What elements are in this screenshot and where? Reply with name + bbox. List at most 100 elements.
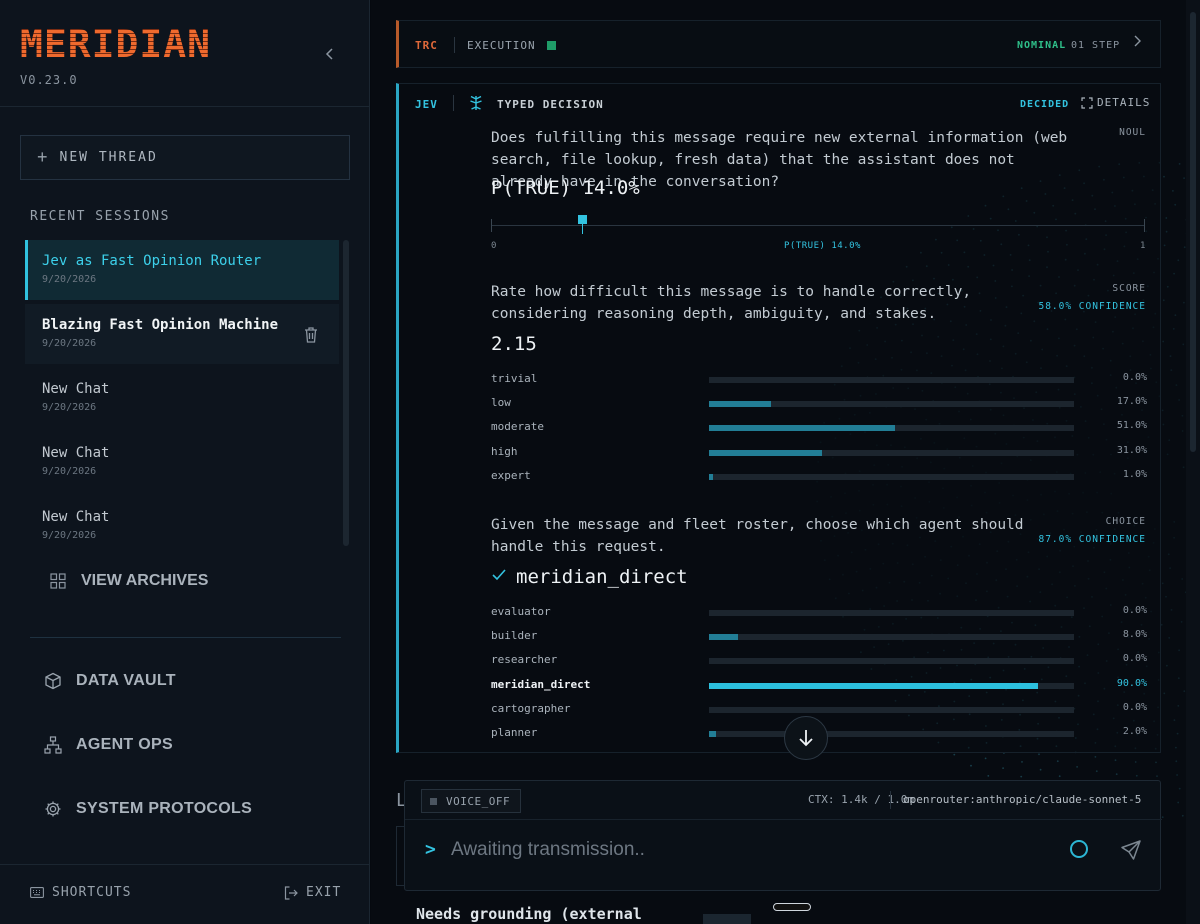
option-percent: 2.0% <box>1122 725 1147 737</box>
details-button[interactable]: DETAILS <box>1081 96 1150 109</box>
question-text: Rate how difficult this message is to ha… <box>491 284 972 322</box>
main-panel: TRC EXECUTION NOMINAL 01 STEP JEV TYPED … <box>371 0 1200 924</box>
nav-agent-ops[interactable]: AGENT OPS <box>44 736 173 754</box>
option-bar-fill <box>709 425 896 432</box>
nav-system-protocols[interactable]: SYSTEM PROTOCOLS <box>44 800 252 818</box>
divider <box>0 106 370 107</box>
distribution-row: expert 1.0% <box>491 465 1147 489</box>
track-marker-label: P(TRUE) 14.0% <box>784 241 861 251</box>
option-bar-track <box>709 682 1074 689</box>
scroll-to-bottom-button[interactable] <box>784 716 828 760</box>
option-label: trivial <box>491 372 538 385</box>
network-icon <box>44 736 62 754</box>
voice-label: VOICE_OFF <box>446 794 511 808</box>
session-date: 9/20/2026 <box>42 466 97 477</box>
option-label: low <box>491 396 511 410</box>
option-label: builder <box>491 629 538 643</box>
question-result: meridian_direct <box>516 566 688 588</box>
new-thread-label: NEW THREAD <box>59 150 158 165</box>
session-item[interactable]: New Chat 9/20/2026 <box>25 432 339 492</box>
option-label: expert <box>491 468 531 482</box>
divider <box>890 791 891 809</box>
collapse-sidebar-button[interactable] <box>320 46 340 66</box>
keyboard-icon <box>30 887 44 898</box>
question-text: Given the message and fleet roster, choo… <box>491 517 1024 555</box>
send-icon[interactable] <box>1120 839 1142 861</box>
score-distribution: trivial 0.0% low 17.0% moderate 51.0% high 31.0… <box>491 368 1147 489</box>
trash-icon[interactable] <box>303 326 319 344</box>
distribution-row: high 31.0% <box>491 441 1147 465</box>
option-percent: 0.0% <box>1122 605 1147 616</box>
session-title: New Chat <box>42 509 110 525</box>
track-min-label: 0 <box>491 241 497 251</box>
view-archives-button[interactable]: VIEW ARCHIVES <box>50 572 208 590</box>
option-bar-track <box>709 449 1074 456</box>
recent-sessions-title: RECENT SESSIONS <box>30 209 170 224</box>
option-bar-track <box>709 425 1074 432</box>
new-thread-button[interactable]: + NEW THREAD <box>20 135 350 180</box>
message-input[interactable] <box>451 835 1051 865</box>
view-archives-label: VIEW ARCHIVES <box>81 572 209 589</box>
option-bar-fill <box>709 473 713 480</box>
nav-label: AGENT OPS <box>76 736 173 753</box>
scrollbar-thumb[interactable] <box>1190 12 1196 452</box>
session-date: 9/20/2026 <box>42 274 97 285</box>
trace-status: NOMINAL <box>1017 40 1067 51</box>
option-bar-fill <box>709 449 823 456</box>
divider <box>453 95 454 111</box>
nav-label: SYSTEM PROTOCOLS <box>76 800 253 817</box>
divider <box>405 819 1162 820</box>
trace-steps: 01 STEP <box>1071 40 1121 51</box>
logout-icon <box>284 885 298 900</box>
decision-icon <box>470 95 482 110</box>
option-bar-fill <box>709 634 739 641</box>
option-percent: 0.0% <box>1122 372 1147 383</box>
exit-label: EXIT <box>306 885 342 900</box>
record-button[interactable] <box>1070 840 1088 858</box>
plus-icon: + <box>37 147 48 167</box>
option-bar-track <box>709 634 1074 641</box>
option-label: meridian_direct <box>491 677 591 691</box>
context-usage: CTX: 1.4k / 1.0m <box>808 793 914 806</box>
trace-tag: TRC <box>415 39 438 52</box>
nav-data-vault[interactable]: DATA VAULT <box>44 672 176 690</box>
model-selector[interactable]: openrouter:anthropic/claude-sonnet-5 <box>903 793 1141 806</box>
cube-icon <box>45 672 61 690</box>
option-percent: 31.0% <box>1116 444 1147 456</box>
main-scrollbar[interactable] <box>1186 0 1200 924</box>
details-label: DETAILS <box>1097 96 1151 109</box>
voice-toggle[interactable]: VOICE_OFF <box>421 789 522 813</box>
app-version: V0.23.0 <box>20 73 78 87</box>
session-scrollbar[interactable] <box>343 240 349 546</box>
partial-message-text: Needs grounding (external <box>416 905 642 923</box>
voice-status-dot <box>430 797 437 805</box>
session-item[interactable]: Blazing Fast Opinion Machine 9/20/2026 <box>25 304 339 364</box>
exit-button[interactable]: EXIT <box>284 885 341 900</box>
expand-icon <box>1081 96 1093 109</box>
session-item[interactable]: Jev as Fast Opinion Router 9/20/2026 <box>25 240 339 300</box>
decision-tag: JEV <box>415 98 438 111</box>
probability-marker <box>578 215 588 224</box>
typed-decision-panel: JEV TYPED DECISION DECIDED DETAILS NOUL … <box>396 83 1161 753</box>
option-bar-track <box>709 730 1074 737</box>
option-bar-track <box>709 658 1074 665</box>
shortcuts-button[interactable]: SHORTCUTS <box>30 885 131 900</box>
option-bar-fill <box>709 401 772 408</box>
probability-track <box>491 225 1145 226</box>
option-bar-track <box>709 401 1074 408</box>
session-title: Jev as Fast Opinion Router <box>42 253 262 269</box>
option-label: cartographer <box>491 701 571 715</box>
arrow-down-icon <box>799 730 813 747</box>
distribution-row: meridian_direct 90.0% <box>491 674 1147 698</box>
chevron-left-icon <box>325 48 333 60</box>
trace-row[interactable]: TRC EXECUTION NOMINAL 01 STEP <box>396 20 1161 68</box>
session-date: 9/20/2026 <box>42 530 97 541</box>
distribution-row: builder 8.0% <box>491 625 1147 649</box>
option-percent: 17.0% <box>1116 396 1147 408</box>
option-bar-track <box>709 377 1074 383</box>
distribution-row: low 17.0% <box>491 392 1147 416</box>
session-item[interactable]: New Chat 9/20/2026 <box>25 368 339 428</box>
option-label: moderate <box>491 420 544 434</box>
session-item[interactable]: New Chat 9/20/2026 <box>25 496 339 556</box>
chevron-right-icon[interactable] <box>1132 35 1142 51</box>
